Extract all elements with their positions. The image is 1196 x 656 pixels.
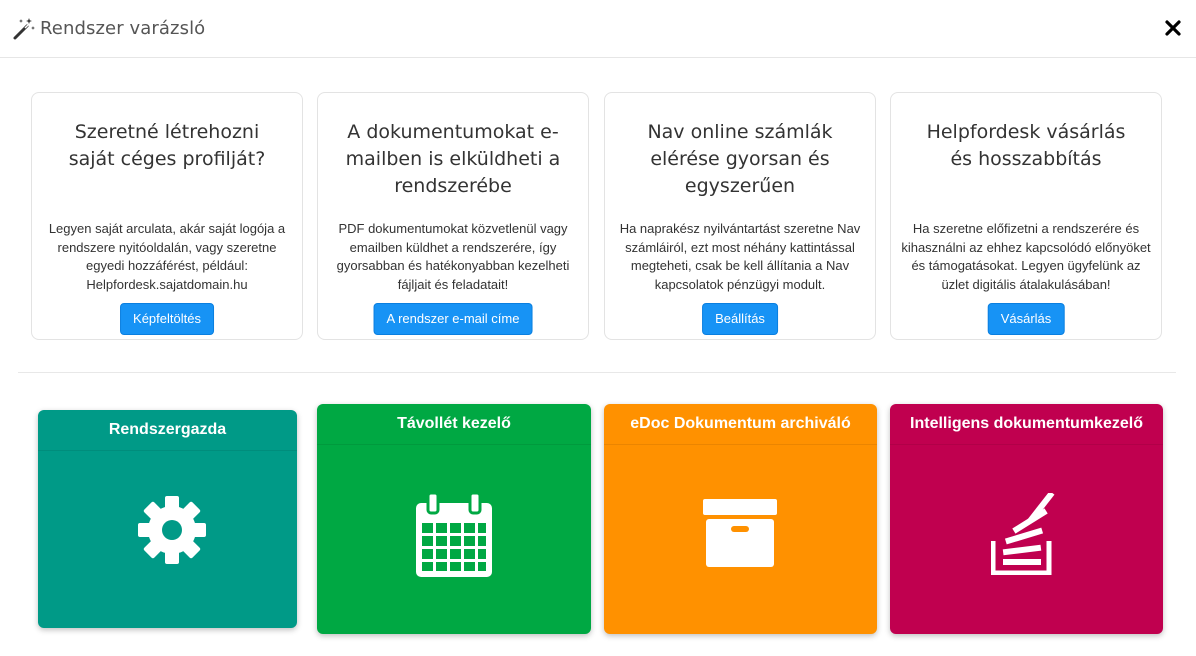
section-divider [18, 372, 1176, 373]
card-body: Ha naprakész nyilvántartást szeretne Nav… [619, 221, 861, 293]
magic-wand-icon [13, 18, 35, 40]
card-heading: Helpfordesk vásárlás és hosszabbítás [926, 121, 1126, 170]
card-heading: Nav online számlák elérése gyorsan és eg… [647, 121, 833, 197]
tile-title: eDoc Dokumentum archiváló [604, 404, 877, 445]
card-nav-invoices: Nav online számlák elérése gyorsan és eg… [604, 92, 876, 340]
archive-box-icon [703, 499, 777, 567]
card-body: PDF dokumentumokat közvetlenül vagy emai… [336, 221, 570, 293]
tile-title: Távollét kezelő [317, 404, 591, 445]
calendar-icon [416, 493, 492, 577]
card-purchase: Helpfordesk vásárlás és hosszabbítás Ha … [890, 92, 1162, 340]
stack-overflow-icon [991, 493, 1055, 575]
card-body: Ha szeretne előfizetni a rendszerére és … [901, 221, 1151, 293]
tile-title: Intelligens dokumentumkezelő [890, 404, 1163, 445]
close-icon[interactable] [1163, 18, 1183, 38]
dialog-title: Rendszer varázsló [40, 18, 206, 39]
tile-title: Rendszergazda [38, 410, 297, 451]
card-company-profile: Szeretné létrehozni saját céges profiljá… [31, 92, 303, 340]
card-body: Legyen saját arculata, akár saját logója… [48, 221, 286, 293]
tile-absence-manager[interactable]: Távollét kezelő [317, 404, 591, 634]
gear-icon [138, 496, 206, 564]
dialog-header: Rendszer varázsló [0, 0, 1196, 58]
tile-edoc-archiver[interactable]: eDoc Dokumentum archiváló [604, 404, 877, 634]
card-email-documents: A dokumentumokat e-mailben is elküldheti… [317, 92, 589, 340]
card-heading: Szeretné létrehozni saját céges profiljá… [68, 121, 266, 170]
system-email-button[interactable]: A rendszer e-mail címe [373, 303, 533, 335]
tile-intelligent-document-manager[interactable]: Intelligens dokumentumkezelő [890, 404, 1163, 634]
card-heading: A dokumentumokat e-mailben is elküldheti… [345, 121, 561, 197]
image-upload-button[interactable]: Képfeltöltés [120, 303, 214, 335]
tile-system-admin[interactable]: Rendszergazda [38, 410, 297, 628]
settings-button[interactable]: Beállítás [702, 303, 778, 335]
purchase-button[interactable]: Vásárlás [987, 303, 1065, 335]
